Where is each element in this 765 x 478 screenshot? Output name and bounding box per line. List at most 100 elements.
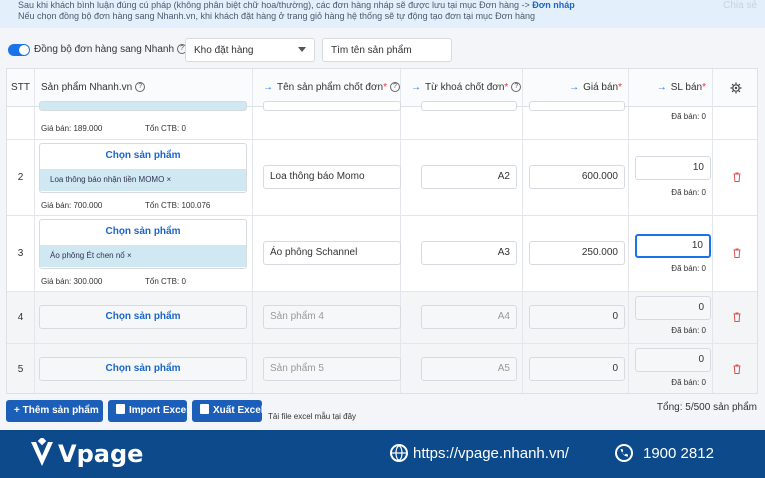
hotline-number[interactable]: 1900 2812 (643, 445, 714, 462)
stock-meta: Tổn CTB: 0 (145, 124, 186, 133)
product-table: STT Sản phẩm Nhanh.vn? → Tên sản phẩm chố… (6, 68, 758, 394)
arrow-right-icon: → (263, 82, 273, 93)
globe-icon (390, 444, 408, 462)
choose-product-button[interactable]: Chọn sản phẩm (40, 226, 246, 237)
sold-count: Đã bán: 0 (671, 378, 706, 387)
chevron-down-icon (298, 47, 306, 52)
action-bar: + Thêm sản phẩm Import Excel Xuất Excel … (0, 400, 765, 426)
table-row: 2 Chọn sản phẩm Loa thông báo nhận tiền … (7, 140, 757, 216)
trash-icon[interactable] (733, 248, 741, 258)
header-keyword: Từ khoá chốt đơn (425, 82, 505, 93)
gear-icon[interactable] (730, 82, 742, 94)
product-picker[interactable]: Chọn sản phẩm (39, 357, 247, 381)
header-stt: STT (7, 69, 35, 107)
row-number: 2 (7, 140, 35, 215)
quantity-input[interactable]: 10 (635, 156, 711, 180)
footer-banner: Vpage https://vpage.nhanh.vn/ 1900 2812 (0, 430, 765, 478)
import-excel-button[interactable]: Import Excel (108, 400, 190, 422)
arrow-right-icon: → (569, 82, 580, 93)
table-settings[interactable] (713, 69, 757, 107)
help-icon[interactable]: ? (135, 82, 146, 93)
export-excel-button[interactable]: Xuất Excel (192, 400, 264, 422)
row-number: 5 (7, 344, 35, 393)
order-name-input[interactable] (263, 101, 401, 111)
table-row: 5 Chọn sản phẩm Sản phẩm 5 A5 0 0 Đã bán… (7, 344, 757, 393)
sync-toggle[interactable] (8, 44, 30, 56)
trash-icon[interactable] (733, 172, 741, 182)
required-mark: * (702, 82, 706, 93)
file-icon (116, 404, 125, 414)
order-name-input[interactable]: Sản phẩm 5 (263, 357, 401, 381)
product-picker[interactable]: Chọn sản phẩm Áo phông Ét chen nổ × (39, 219, 247, 269)
choose-product-button[interactable]: Chọn sản phẩm (40, 306, 246, 328)
order-name-input[interactable]: Loa thông báo Momo (263, 165, 401, 189)
info-line-1: Sau khi khách bình luận đúng cú pháp (kh… (18, 0, 533, 10)
phone-icon (615, 444, 633, 462)
file-icon (200, 404, 209, 414)
sold-count: Đã bán: 0 (671, 264, 706, 273)
price-input[interactable]: 0 (529, 357, 625, 381)
table-row: 3 Chọn sản phẩm Áo phông Ét chen nổ × Gi… (7, 216, 757, 292)
keyword-input[interactable]: A4 (421, 305, 517, 329)
total-count: Tổng: 5/500 sản phẩm (656, 402, 757, 413)
brand-name: Vpage (58, 440, 144, 468)
trash-icon[interactable] (733, 312, 741, 322)
choose-product-button[interactable]: Chọn sản phẩm (40, 358, 246, 380)
header-product: Sản phẩm Nhanh.vn (41, 82, 133, 93)
price-input[interactable]: 250.000 (529, 241, 625, 265)
product-search-input[interactable]: Tìm tên sản phẩm (322, 38, 452, 62)
export-excel-label: Xuất Excel (213, 405, 264, 416)
info-banner: Sau khi khách bình luận đúng cú pháp (kh… (0, 0, 765, 28)
quantity-input[interactable]: 0 (635, 348, 711, 372)
order-name-input[interactable]: Áo phông Schannel (263, 241, 401, 265)
product-chip[interactable] (39, 101, 247, 111)
share-label[interactable]: Chia sẻ (723, 0, 757, 11)
header-price: Giá bán (583, 82, 619, 93)
keyword-input[interactable]: A2 (421, 165, 517, 189)
keyword-input[interactable]: A3 (421, 241, 517, 265)
warehouse-select[interactable]: Kho đặt hàng (185, 38, 315, 62)
arrow-right-icon: → (656, 82, 667, 93)
product-picker[interactable]: Chọn sản phẩm Loa thông báo nhận tiền MO… (39, 143, 247, 193)
selected-product-chip[interactable]: Loa thông báo nhận tiền MOMO × (40, 169, 246, 191)
toolbar: Đồng bộ đơn hàng sang Nhanh? Kho đặt hàn… (0, 36, 765, 64)
price-input[interactable] (529, 101, 625, 111)
keyword-input[interactable]: A5 (421, 357, 517, 381)
row-number: 4 (7, 292, 35, 343)
quantity-input[interactable]: 10 (635, 234, 711, 258)
price-input[interactable]: 600.000 (529, 165, 625, 189)
draft-orders-link[interactable]: Đơn nháp (532, 0, 574, 10)
price-input[interactable]: 0 (529, 305, 625, 329)
warehouse-value: Kho đặt hàng (194, 45, 254, 56)
add-product-button[interactable]: + Thêm sản phẩm (6, 400, 103, 422)
stock-meta: Tổn CTB: 100.076 (145, 201, 211, 210)
website-link[interactable]: https://vpage.nhanh.vn/ (413, 445, 569, 462)
header-qty: SL bán (670, 82, 703, 93)
price-meta: Giá bán: 300.000 (41, 277, 103, 286)
vpage-logo-icon (31, 438, 53, 466)
help-icon[interactable]: ? (389, 82, 400, 93)
stock-meta: Tổn CTB: 0 (145, 277, 186, 286)
keyword-input[interactable] (421, 101, 517, 111)
help-icon[interactable]: ? (511, 82, 522, 93)
table-row: Giá bán: 189.000 Tổn CTB: 0 Đã bán: 0 (7, 101, 757, 140)
download-template-link[interactable]: Tải file excel mẫu tại đây (268, 412, 356, 421)
header-name: Tên sản phẩm chốt đơn (277, 82, 384, 93)
table-row: 4 Chọn sản phẩm Sản phẩm 4 A4 0 0 Đã bán… (7, 292, 757, 344)
sync-label: Đồng bộ đơn hàng sang Nhanh (34, 44, 174, 55)
order-name-input[interactable]: Sản phẩm 4 (263, 305, 401, 329)
row-number: 3 (7, 216, 35, 291)
sold-count: Đã bán: 0 (671, 188, 706, 197)
choose-product-button[interactable]: Chọn sản phẩm (40, 150, 246, 161)
selected-product-chip[interactable]: Áo phông Ét chen nổ × (40, 245, 246, 267)
import-excel-label: Import Excel (129, 405, 190, 416)
required-mark: * (618, 82, 622, 93)
price-meta: Giá bán: 189.000 (41, 124, 103, 133)
trash-icon[interactable] (733, 364, 741, 374)
required-mark: * (383, 82, 387, 93)
price-meta: Giá bán: 700.000 (41, 201, 103, 210)
info-line-2: Nếu chọn đồng bộ đơn hàng sang Nhanh.vn,… (18, 11, 535, 21)
sold-count: Đã bán: 0 (671, 326, 706, 335)
quantity-input[interactable]: 0 (635, 296, 711, 320)
product-picker[interactable]: Chọn sản phẩm (39, 305, 247, 329)
